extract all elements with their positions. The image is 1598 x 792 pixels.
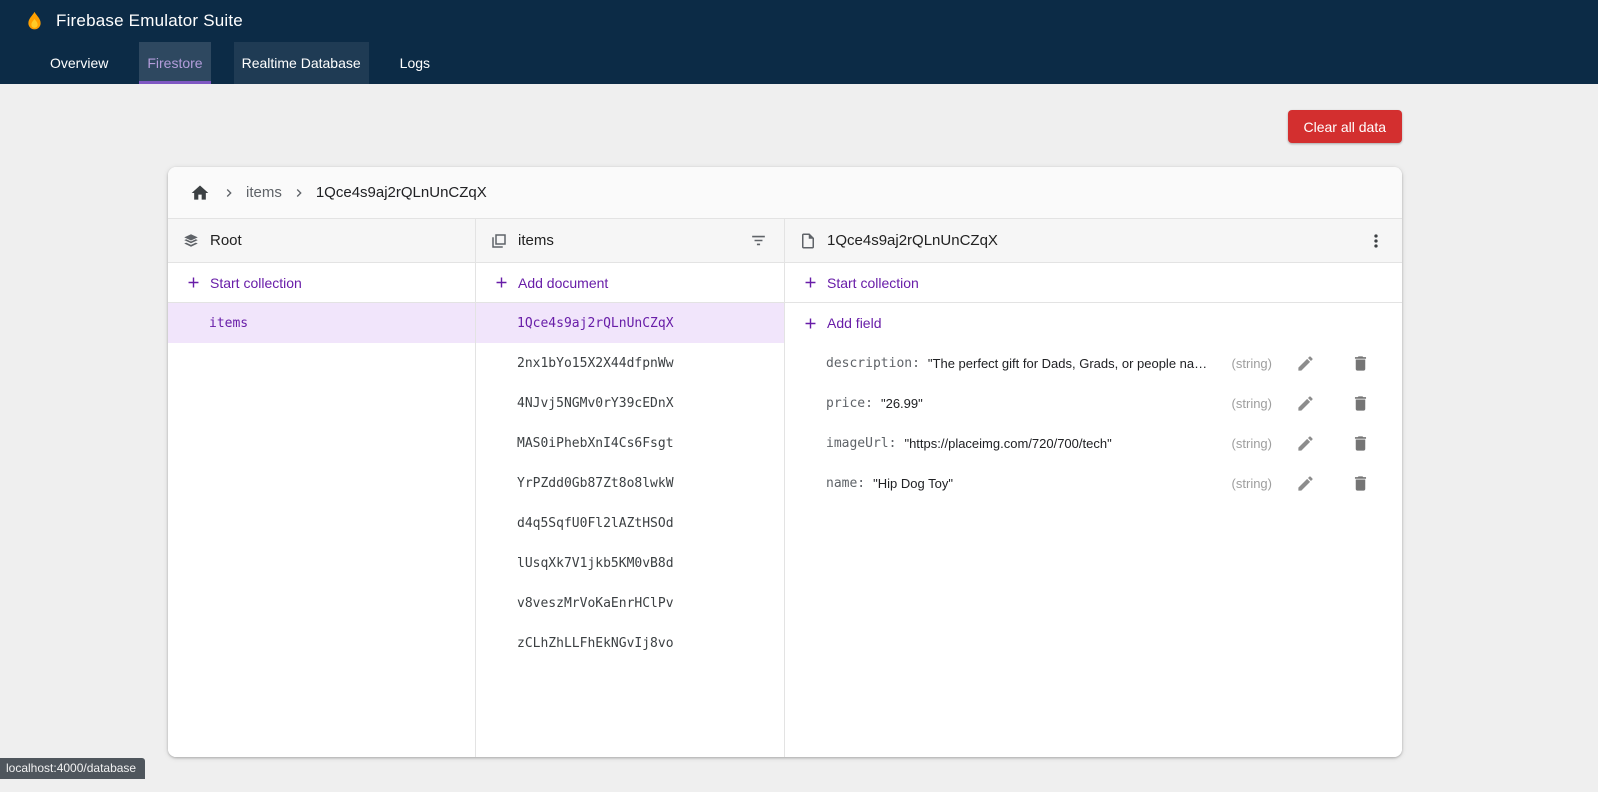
delete-field-button[interactable] — [1349, 352, 1372, 375]
tab-overview[interactable]: Overview — [42, 42, 116, 84]
document-row[interactable]: lUsqXk7V1jkb5KM0vB8d — [476, 543, 784, 583]
plus-icon — [493, 274, 510, 291]
main-content: Clear all data items 1Qce4s9aj2rQLnUnCZq… — [168, 110, 1402, 757]
add-field-label: Add field — [827, 315, 881, 331]
clear-all-data-button[interactable]: Clear all data — [1288, 110, 1403, 143]
chevron-right-icon — [291, 185, 307, 201]
field-value: "The perfect gift for Dads, Grads, or pe… — [928, 356, 1216, 371]
document-row[interactable]: YrPZdd0Gb87Zt8o8lwkW — [476, 463, 784, 503]
document-title: 1Qce4s9aj2rQLnUnCZqX — [827, 232, 998, 249]
document-row[interactable]: 2nx1bYo15X2X44dfpnWw — [476, 343, 784, 383]
field-row: name: "Hip Dog Toy" (string) — [785, 463, 1402, 503]
collection-column: items Add document 1Qce4s9 — [476, 219, 785, 757]
field-name: price: — [826, 396, 873, 411]
document-id: 4NJvj5NGMv0rY39cEDnX — [517, 396, 674, 411]
delete-field-button[interactable] — [1349, 472, 1372, 495]
field-name: imageUrl: — [826, 436, 896, 451]
breadcrumb: items 1Qce4s9aj2rQLnUnCZqX — [168, 167, 1402, 219]
app-header: Firebase Emulator Suite Overview Firesto… — [0, 0, 1598, 84]
document-row[interactable]: 4NJvj5NGMv0rY39cEDnX — [476, 383, 784, 423]
field-type: (string) — [1232, 396, 1272, 411]
document-row[interactable]: 1Qce4s9aj2rQLnUnCZqX — [476, 303, 784, 343]
field-name: description: — [826, 356, 920, 371]
browser-status-bar: localhost:4000/database — [0, 758, 145, 779]
firestore-panel: items 1Qce4s9aj2rQLnUnCZqX Root — [168, 167, 1402, 757]
field-value: "https://placeimg.com/720/700/tech" — [904, 436, 1111, 451]
doc-start-collection-label: Start collection — [827, 275, 919, 291]
firestore-db-icon — [182, 232, 200, 250]
app-title: Firebase Emulator Suite — [56, 11, 243, 31]
field-name: name: — [826, 476, 865, 491]
document-id: d4q5SqfU0Fl2lAZtHSOd — [517, 516, 674, 531]
add-field-button[interactable]: Add field — [785, 303, 1402, 343]
add-document-button[interactable]: Add document — [476, 263, 784, 303]
plus-icon — [185, 274, 202, 291]
document-id: YrPZdd0Gb87Zt8o8lwkW — [517, 476, 674, 491]
field-type: (string) — [1232, 476, 1272, 491]
field-type: (string) — [1232, 356, 1272, 371]
breadcrumb-document: 1Qce4s9aj2rQLnUnCZqX — [316, 184, 487, 201]
start-collection-label: Start collection — [210, 275, 302, 291]
field-value: "Hip Dog Toy" — [873, 476, 953, 491]
collection-id: items — [209, 316, 248, 331]
field-list: description: "The perfect gift for Dads,… — [785, 343, 1402, 503]
breadcrumb-collection[interactable]: items — [246, 184, 282, 201]
edit-field-button[interactable] — [1294, 432, 1317, 455]
start-collection-button[interactable]: Start collection — [168, 263, 475, 303]
field-type: (string) — [1232, 436, 1272, 451]
document-icon — [799, 232, 817, 250]
chevron-right-icon — [221, 185, 237, 201]
root-title: Root — [210, 232, 242, 249]
edit-field-button[interactable] — [1294, 472, 1317, 495]
document-id: MAS0iPhebXnI4Cs6Fsgt — [517, 436, 674, 451]
main-nav: Overview Firestore Realtime Database Log… — [0, 42, 1598, 84]
root-column-header: Root — [168, 219, 475, 263]
document-list: 1Qce4s9aj2rQLnUnCZqX 2nx1bYo15X2X44dfpnW… — [476, 303, 784, 663]
document-id: lUsqXk7V1jkb5KM0vB8d — [517, 556, 674, 571]
collection-row[interactable]: items — [168, 303, 475, 343]
add-document-label: Add document — [518, 275, 608, 291]
edit-field-button[interactable] — [1294, 352, 1317, 375]
document-column-header: 1Qce4s9aj2rQLnUnCZqX — [785, 219, 1402, 263]
collection-column-header: items — [476, 219, 784, 263]
more-vert-icon[interactable] — [1364, 229, 1388, 253]
document-row[interactable]: zCLhZhLLFhEkNGvIj8vo — [476, 623, 784, 663]
firestore-columns: Root Start collection items — [168, 219, 1402, 757]
collection-list: items — [168, 303, 475, 343]
field-value: "26.99" — [881, 396, 923, 411]
edit-field-button[interactable] — [1294, 392, 1317, 415]
document-id: 1Qce4s9aj2rQLnUnCZqX — [517, 316, 674, 331]
field-row: imageUrl: "https://placeimg.com/720/700/… — [785, 423, 1402, 463]
filter-documents-icon[interactable] — [747, 229, 770, 252]
document-id: 2nx1bYo15X2X44dfpnWw — [517, 356, 674, 371]
document-row[interactable]: v8veszMrVoKaEnrHClPv — [476, 583, 784, 623]
firebase-logo-icon — [24, 9, 45, 34]
tab-logs[interactable]: Logs — [392, 42, 438, 84]
collection-icon — [490, 232, 508, 250]
document-column: 1Qce4s9aj2rQLnUnCZqX Start collection — [785, 219, 1402, 757]
delete-field-button[interactable] — [1349, 392, 1372, 415]
field-row: description: "The perfect gift for Dads,… — [785, 343, 1402, 383]
doc-start-collection-button[interactable]: Start collection — [785, 263, 1402, 303]
delete-field-button[interactable] — [1349, 432, 1372, 455]
home-icon[interactable] — [188, 181, 212, 205]
document-id: zCLhZhLLFhEkNGvIj8vo — [517, 636, 674, 651]
tab-firestore[interactable]: Firestore — [139, 42, 210, 84]
plus-icon — [802, 315, 819, 332]
collection-title: items — [518, 232, 554, 249]
document-row[interactable]: MAS0iPhebXnI4Cs6Fsgt — [476, 423, 784, 463]
tab-realtime-database[interactable]: Realtime Database — [234, 42, 369, 84]
root-column: Root Start collection items — [168, 219, 476, 757]
document-id: v8veszMrVoKaEnrHClPv — [517, 596, 674, 611]
field-row: price: "26.99" (string) — [785, 383, 1402, 423]
document-row[interactable]: d4q5SqfU0Fl2lAZtHSOd — [476, 503, 784, 543]
plus-icon — [802, 274, 819, 291]
